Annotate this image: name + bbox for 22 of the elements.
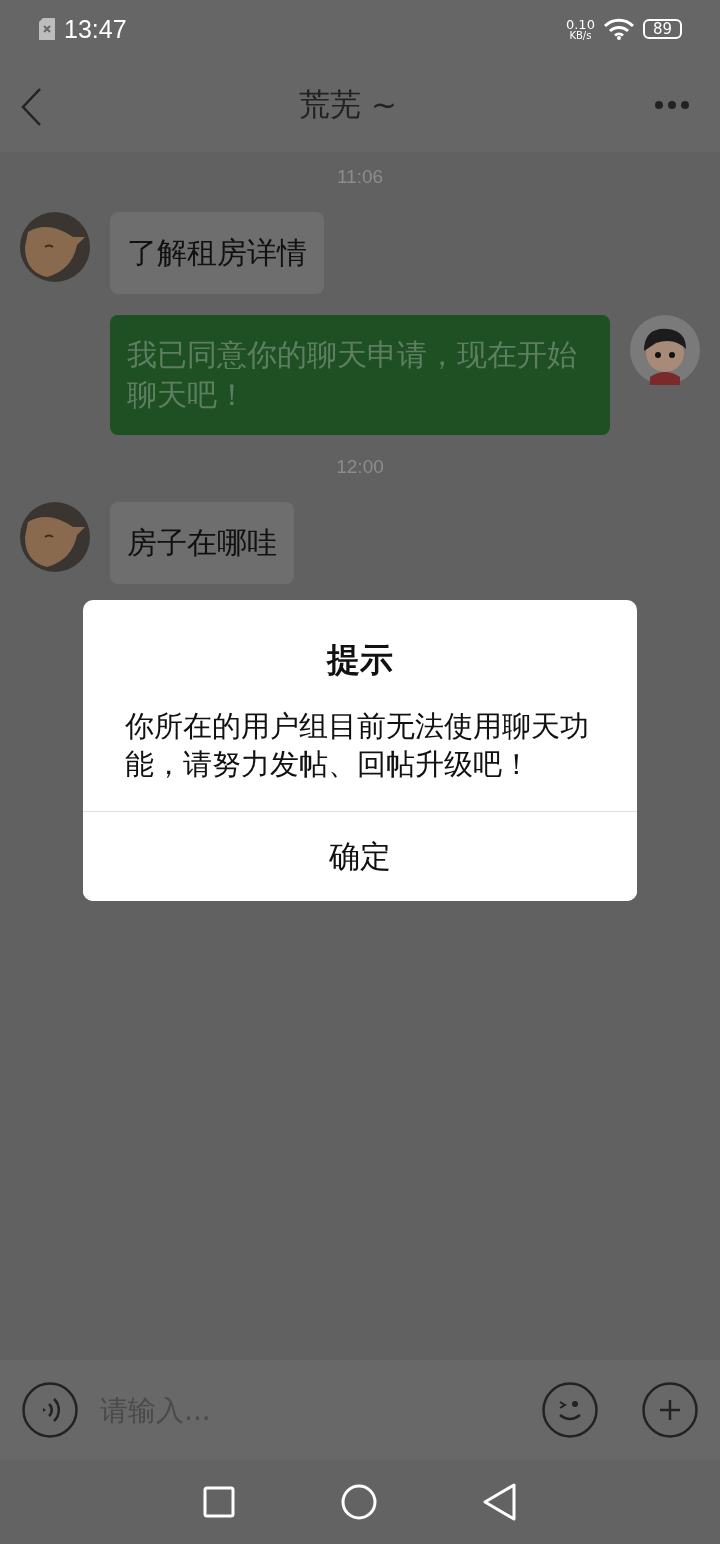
back-triangle-icon[interactable] — [483, 1483, 517, 1521]
back-icon[interactable] — [20, 87, 42, 127]
wifi-icon — [602, 18, 635, 40]
network-speed-unit: KB/s — [569, 30, 592, 41]
message-bubble: 了解租房详情 — [110, 212, 324, 294]
chat-title: 荒芜 ~ — [299, 85, 397, 124]
dialog-title: 提示 — [325, 639, 394, 681]
network-speed: 0.10 — [565, 17, 595, 31]
voice-icon[interactable] — [22, 1382, 78, 1438]
status-time: 13:47 — [64, 14, 127, 44]
cartoon-avatar[interactable] — [630, 315, 700, 385]
message-bubble: 房子在哪哇 — [110, 502, 294, 584]
dialog-message: 你所在的用户组目前无法使用聊天功能，请努力发帖、回帖升级吧！ — [124, 708, 590, 783]
confirm-button[interactable]: 确定 — [83, 811, 637, 901]
more-icon[interactable] — [654, 100, 690, 110]
add-icon[interactable] — [642, 1382, 698, 1438]
message-bubble: 我已同意你的聊天申请，现在开始聊天吧！ — [110, 315, 610, 435]
home-icon[interactable] — [341, 1484, 377, 1520]
emoji-icon[interactable] — [542, 1382, 598, 1438]
recents-icon[interactable] — [203, 1486, 235, 1518]
battery-icon: 89 — [642, 19, 682, 39]
no-sim-icon — [38, 17, 56, 41]
